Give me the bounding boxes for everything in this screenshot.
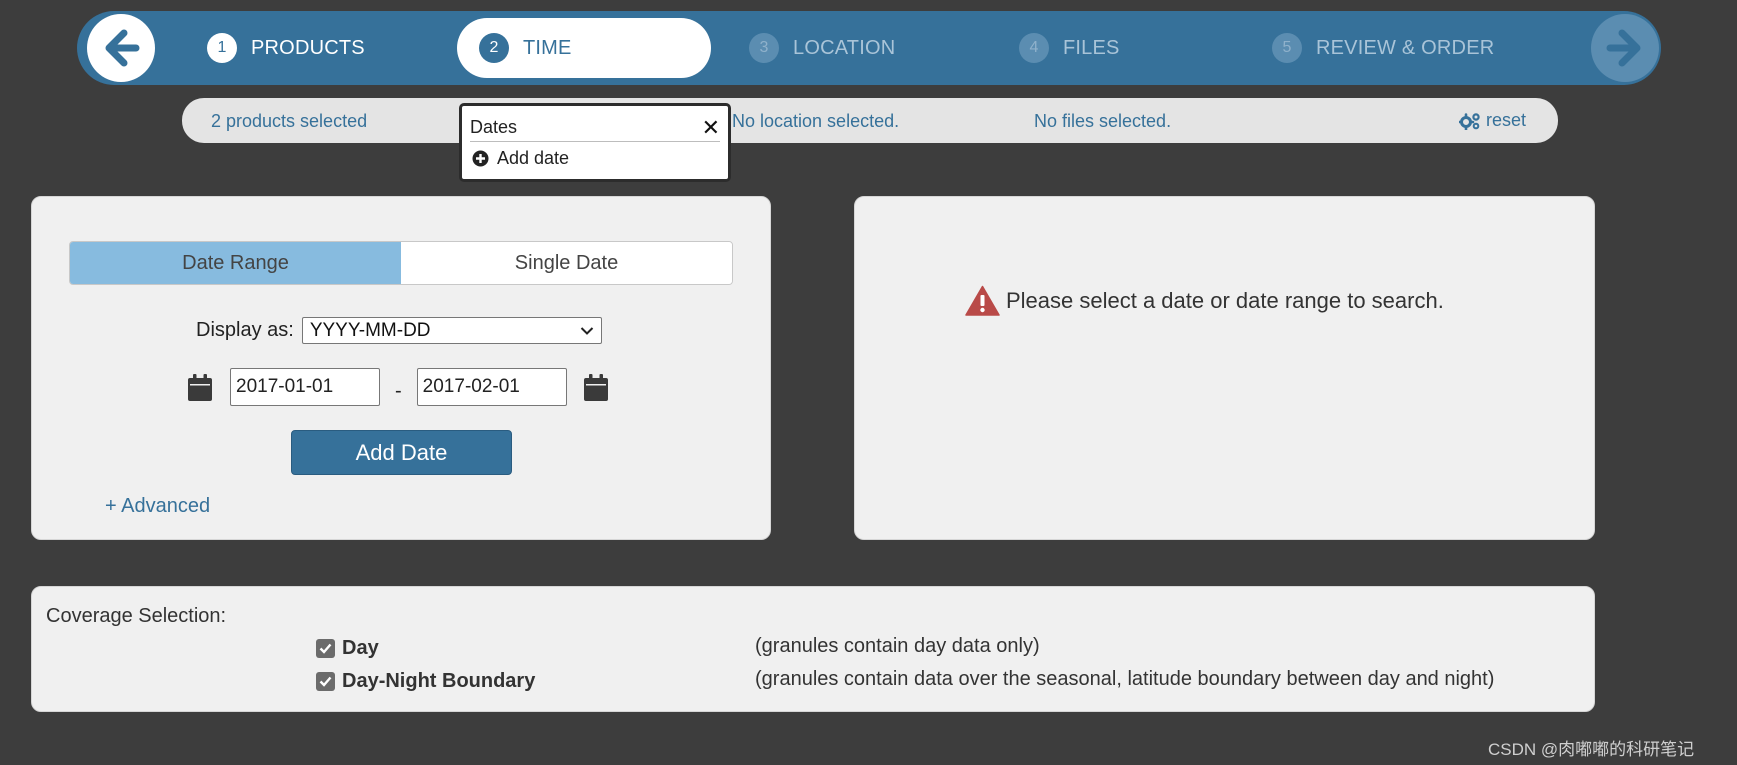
products-summary[interactable]: 2 products selected: [211, 111, 367, 132]
dates-popup: Dates ✕ Add date: [459, 103, 731, 182]
warning-icon: [965, 285, 1000, 316]
step-number: 5: [1272, 33, 1302, 63]
step-files[interactable]: 4 FILES: [1019, 18, 1120, 78]
add-date-label: Add date: [497, 148, 570, 168]
step-time[interactable]: 2 TIME: [457, 18, 711, 78]
end-date-input[interactable]: 2017-02-01: [416, 368, 567, 406]
dates-popup-title: Dates: [470, 117, 518, 137]
step-number: 4: [1019, 33, 1049, 63]
day-checkbox[interactable]: [316, 639, 335, 658]
reset-button[interactable]: reset: [1459, 110, 1526, 131]
watermark: CSDN @肉嘟嘟的科研笔记: [1488, 740, 1695, 759]
step-products[interactable]: 1 PRODUCTS: [207, 18, 365, 78]
display-as-label: Display as:: [196, 319, 294, 341]
back-arrow-icon[interactable]: [87, 14, 155, 82]
day-night-boundary-description: (granules contain data over the seasonal…: [755, 668, 1495, 690]
check-icon: [319, 643, 332, 654]
check-icon: [319, 676, 332, 687]
step-label: TIME: [523, 36, 572, 59]
close-icon[interactable]: ✕: [702, 116, 720, 139]
calendar-icon[interactable]: [188, 373, 212, 401]
display-format-value: YYYY-MM-DD: [309, 319, 431, 341]
date-selection-panel: Date Range Single Date Display as: YYYY-…: [31, 196, 771, 540]
reset-label: reset: [1486, 110, 1527, 130]
day-description: (granules contain day data only): [755, 635, 1040, 657]
files-summary[interactable]: No files selected.: [1034, 111, 1171, 132]
step-number: 1: [207, 33, 237, 63]
selection-summary-bar: 2 products selected No location selected…: [182, 98, 1558, 143]
coverage-option-day: Day: [316, 637, 379, 660]
search-message-panel: Please select a date or date range to se…: [854, 196, 1595, 540]
start-date-input[interactable]: 2017-01-01: [230, 368, 380, 406]
step-navigation-bar: 1 PRODUCTS 2 TIME 3 LOCATION 4 FILES 5 R…: [77, 11, 1661, 85]
day-night-boundary-checkbox[interactable]: [316, 672, 335, 691]
plus-circle-icon: [472, 150, 489, 167]
step-review-order[interactable]: 5 REVIEW & ORDER: [1272, 18, 1494, 78]
tab-single-date[interactable]: Single Date: [401, 242, 732, 284]
dates-popup-header: Dates ✕: [470, 114, 720, 142]
warning-message: Please select a date or date range to se…: [965, 285, 1444, 316]
add-date-link[interactable]: Add date: [472, 148, 569, 169]
step-label: FILES: [1063, 36, 1120, 59]
warning-text: Please select a date or date range to se…: [1006, 287, 1444, 313]
display-format-row: Display as: YYYY-MM-DD: [196, 317, 602, 344]
step-label: REVIEW & ORDER: [1316, 36, 1495, 59]
display-format-select[interactable]: YYYY-MM-DD: [301, 317, 602, 344]
coverage-selection-panel: Coverage Selection: Day (granules contai…: [31, 586, 1595, 712]
date-range-row: 2017-01-01 - 2017-02-01: [188, 368, 608, 406]
chevron-down-icon: [580, 326, 594, 335]
step-number: 2: [479, 33, 509, 63]
coverage-option-day-night-boundary: Day-Night Boundary: [316, 670, 535, 693]
gears-icon: [1459, 112, 1480, 130]
coverage-title: Coverage Selection:: [46, 605, 227, 627]
step-label: PRODUCTS: [251, 36, 365, 59]
add-date-button[interactable]: Add Date: [291, 430, 512, 475]
tab-date-range[interactable]: Date Range: [70, 242, 401, 284]
step-label: LOCATION: [793, 36, 896, 59]
calendar-icon[interactable]: [583, 373, 608, 401]
step-number: 3: [749, 33, 779, 63]
location-summary[interactable]: No location selected.: [732, 111, 899, 132]
next-arrow-icon[interactable]: [1591, 14, 1659, 82]
date-mode-toggle: Date Range Single Date: [69, 241, 733, 285]
date-separator: -: [395, 379, 402, 402]
advanced-link[interactable]: + Advanced: [105, 495, 210, 518]
day-label: Day: [342, 637, 379, 659]
day-night-boundary-label: Day-Night Boundary: [342, 670, 536, 692]
step-location[interactable]: 3 LOCATION: [749, 18, 895, 78]
